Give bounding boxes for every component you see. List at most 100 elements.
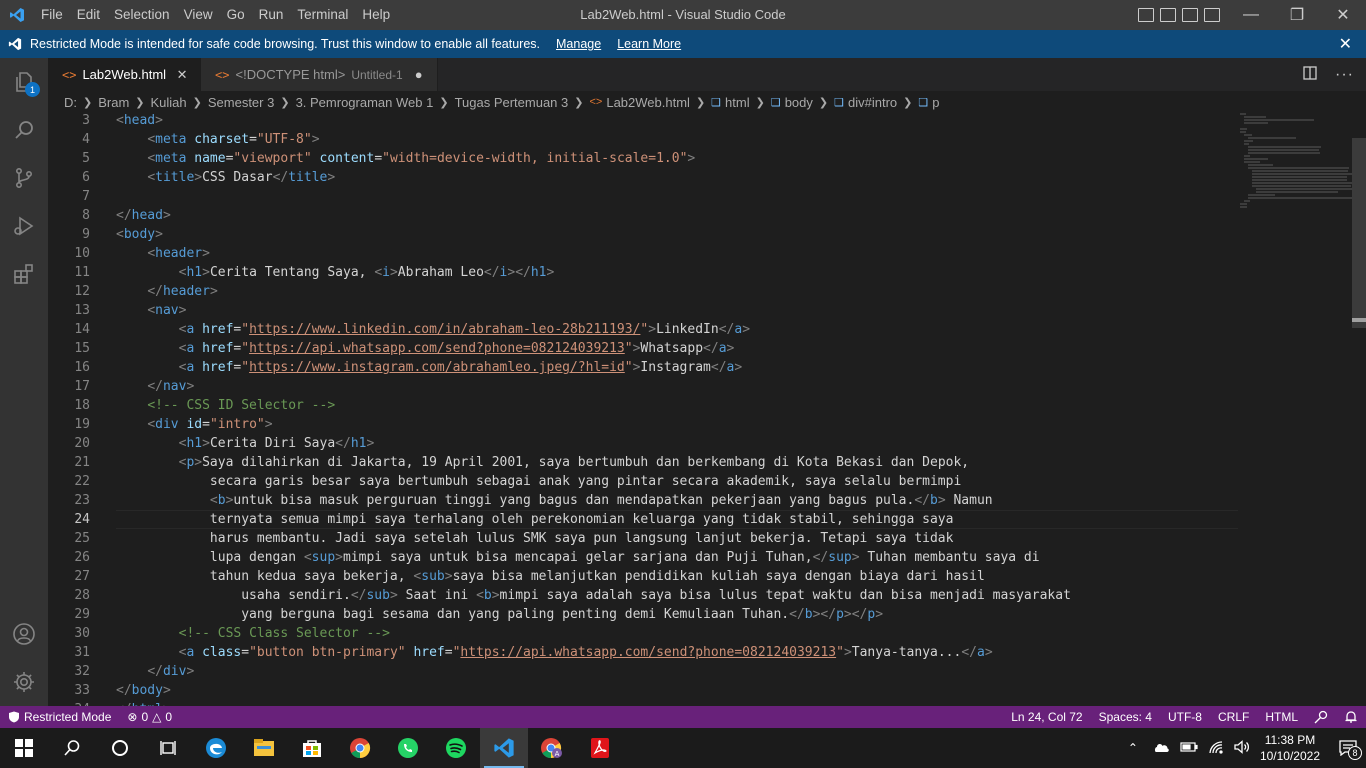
code-line[interactable]: 24 ternyata semua mimpi saya terhalang o… — [48, 510, 1238, 529]
unsaved-dot-icon[interactable]: ● — [411, 67, 427, 82]
code-line[interactable]: 10 <header> — [48, 244, 1238, 263]
notifications-bell-icon[interactable] — [1336, 706, 1366, 728]
search-icon[interactable] — [48, 728, 96, 768]
clock[interactable]: 11:38 PM 10/10/2022 — [1260, 732, 1320, 764]
tab-untitled-1[interactable]: <> <!DOCTYPE html> Untitled-1 ● — [201, 58, 438, 91]
search-icon[interactable] — [0, 106, 48, 154]
show-hidden-icons-icon[interactable]: ⌃ — [1128, 741, 1138, 755]
breadcrumb-item[interactable]: body — [785, 95, 813, 110]
toggle-secondary-sidebar-icon[interactable] — [1182, 8, 1198, 22]
code-line[interactable]: 22 secara garis besar saya bertumbuh seb… — [48, 472, 1238, 491]
code-line[interactable]: 33 </body> — [48, 681, 1238, 700]
accounts-icon[interactable] — [0, 610, 48, 658]
breadcrumb-item[interactable]: Semester 3 — [208, 95, 274, 110]
end-of-line[interactable]: CRLF — [1210, 706, 1257, 728]
customize-layout-icon[interactable] — [1204, 8, 1220, 22]
restore-icon[interactable]: ❐ — [1274, 0, 1320, 30]
code-editor[interactable]: 3 <head> 4 <meta charset="UTF-8"> 5 <meta n… — [48, 113, 1366, 706]
breadcrumb-item[interactable]: p — [932, 95, 939, 110]
code-line[interactable]: 23 <b>untuk bisa masuk perguruan tinggi … — [48, 491, 1238, 510]
code-line[interactable]: 19 <div id="intro"> — [48, 415, 1238, 434]
code-line[interactable]: 16 <a href="https://www.instagram.com/ab… — [48, 358, 1238, 377]
volume-icon[interactable] — [1234, 739, 1250, 757]
vscode-taskbar-icon[interactable] — [480, 728, 528, 768]
more-actions-icon[interactable]: ··· — [1335, 66, 1354, 84]
code-line[interactable]: 26 lupa dengan <sup>mimpi saya untuk bis… — [48, 548, 1238, 567]
menu-file[interactable]: File — [34, 0, 70, 30]
menu-edit[interactable]: Edit — [70, 0, 107, 30]
chrome-profile-icon[interactable]: A — [528, 728, 576, 768]
acrobat-icon[interactable] — [576, 728, 624, 768]
code-lines[interactable]: 3 <head> 4 <meta charset="UTF-8"> 5 <meta n… — [48, 113, 1238, 706]
onedrive-icon[interactable] — [1152, 741, 1170, 756]
scrollbar-thumb[interactable] — [1352, 138, 1366, 328]
code-line[interactable]: 5 <meta name="viewport" content="width=d… — [48, 149, 1238, 168]
code-line[interactable]: 29 yang berguna bagi sesama dan yang pal… — [48, 605, 1238, 624]
feedback-icon[interactable] — [1306, 706, 1336, 728]
code-line[interactable]: 14 <a href="https://www.linkedin.com/in/… — [48, 320, 1238, 339]
code-line[interactable]: 15 <a href="https://api.whatsapp.com/sen… — [48, 339, 1238, 358]
extensions-icon[interactable] — [0, 250, 48, 298]
vertical-scrollbar[interactable] — [1352, 113, 1366, 706]
toggle-sidebar-icon[interactable] — [1138, 8, 1154, 22]
code-line[interactable]: 6 <title>CSS Dasar</title> — [48, 168, 1238, 187]
menu-go[interactable]: Go — [220, 0, 252, 30]
code-line[interactable]: 11 <h1>Cerita Tentang Saya, <i>Abraham L… — [48, 263, 1238, 282]
code-line[interactable]: 27 tahun kedua saya bekerja, <sub>saya b… — [48, 567, 1238, 586]
manage-link[interactable]: Manage — [556, 37, 601, 51]
code-line[interactable]: 18 <!-- CSS ID Selector --> — [48, 396, 1238, 415]
code-line[interactable]: 17 </nav> — [48, 377, 1238, 396]
edge-icon[interactable] — [192, 728, 240, 768]
code-line[interactable]: 31 <a class="button btn-primary" href="h… — [48, 643, 1238, 662]
notification-center-icon[interactable]: 8 — [1330, 740, 1366, 760]
file-explorer-icon[interactable] — [240, 728, 288, 768]
banner-close-icon[interactable]: ✕ — [1339, 34, 1352, 54]
breadcrumb-item[interactable]: div#intro — [848, 95, 897, 110]
cortana-icon[interactable] — [96, 728, 144, 768]
whatsapp-icon[interactable] — [384, 728, 432, 768]
encoding[interactable]: UTF-8 — [1160, 706, 1210, 728]
run-debug-icon[interactable] — [0, 202, 48, 250]
tab-lab2web[interactable]: <> Lab2Web.html ✕ — [48, 58, 202, 91]
spotify-icon[interactable] — [432, 728, 480, 768]
split-editor-icon[interactable] — [1303, 66, 1317, 83]
wifi-icon[interactable] — [1208, 740, 1224, 757]
code-line[interactable]: 21 <p>Saya dilahirkan di Jakarta, 19 Apr… — [48, 453, 1238, 472]
chrome-icon[interactable] — [336, 728, 384, 768]
breadcrumb-item[interactable]: D: — [64, 95, 77, 110]
menu-run[interactable]: Run — [252, 0, 291, 30]
problems-status[interactable]: ⊗ 0 △ 0 — [119, 706, 180, 728]
menu-terminal[interactable]: Terminal — [290, 0, 355, 30]
store-icon[interactable] — [288, 728, 336, 768]
source-control-icon[interactable] — [0, 154, 48, 202]
tab-close-icon[interactable]: ✕ — [174, 67, 190, 83]
breadcrumb-item[interactable]: Tugas Pertemuan 3 — [455, 95, 569, 110]
menu-view[interactable]: View — [177, 0, 220, 30]
code-line[interactable]: 12 </header> — [48, 282, 1238, 301]
code-line[interactable]: 3 <head> — [48, 113, 1238, 130]
explorer-icon[interactable]: 1 — [0, 58, 48, 106]
breadcrumb-item[interactable]: 3. Pemrograman Web 1 — [296, 95, 434, 110]
cursor-position[interactable]: Ln 24, Col 72 — [1003, 706, 1090, 728]
menu-selection[interactable]: Selection — [107, 0, 177, 30]
code-line[interactable]: 30 <!-- CSS Class Selector --> — [48, 624, 1238, 643]
minimize-icon[interactable]: — — [1228, 0, 1274, 30]
breadcrumb-item[interactable]: Bram — [98, 95, 129, 110]
task-view-icon[interactable] — [144, 728, 192, 768]
breadcrumb-item[interactable]: html — [725, 95, 750, 110]
code-line[interactable]: 28 usaha sendiri.</sub> Saat ini <b>mimp… — [48, 586, 1238, 605]
menu-help[interactable]: Help — [355, 0, 397, 30]
language-mode[interactable]: HTML — [1257, 706, 1306, 728]
toggle-panel-icon[interactable] — [1160, 8, 1176, 22]
code-line[interactable]: 4 <meta charset="UTF-8"> — [48, 130, 1238, 149]
breadcrumb-item[interactable]: Lab2Web.html — [606, 95, 690, 110]
close-window-icon[interactable]: ✕ — [1320, 0, 1366, 30]
code-line[interactable]: 32 </div> — [48, 662, 1238, 681]
code-line[interactable]: 9 <body> — [48, 225, 1238, 244]
battery-icon[interactable] — [1180, 741, 1198, 756]
code-line[interactable]: 20 <h1>Cerita Diri Saya</h1> — [48, 434, 1238, 453]
learn-more-link[interactable]: Learn More — [617, 37, 681, 51]
restricted-mode-status[interactable]: Restricted Mode — [0, 706, 120, 728]
manage-gear-icon[interactable] — [0, 658, 48, 706]
breadcrumb-item[interactable]: Kuliah — [151, 95, 187, 110]
